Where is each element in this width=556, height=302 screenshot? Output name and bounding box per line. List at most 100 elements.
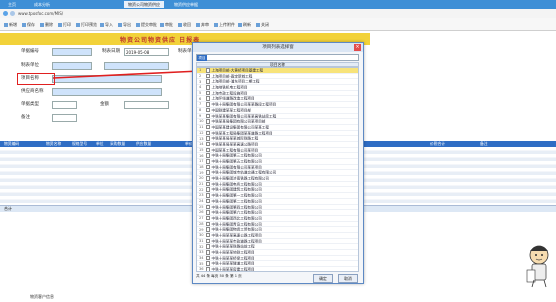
recall-icon [178, 23, 182, 27]
refresh-button[interactable]: 刷新 [238, 21, 251, 28]
row-number: 29 [199, 227, 204, 232]
dialog-close-icon[interactable]: × [354, 44, 361, 51]
row-checkbox[interactable] [205, 96, 210, 101]
row-checkbox[interactable] [205, 181, 210, 187]
import-label: 导入 [105, 22, 113, 27]
row-number: 10 [199, 119, 204, 124]
row-checkbox[interactable] [205, 153, 210, 158]
project-name: 中国铁建某某工程项目部 [211, 108, 252, 113]
project-name: 中铁十局集团建筑工程有限公司 [211, 187, 262, 192]
row-checkbox[interactable] [205, 79, 210, 84]
row-checkbox[interactable] [205, 113, 210, 118]
import-button[interactable]: 导入 [100, 21, 113, 28]
amount-field[interactable] [124, 101, 169, 109]
row-checkbox[interactable] [205, 73, 210, 79]
forward-icon[interactable] [10, 11, 15, 16]
row-checkbox[interactable] [205, 164, 210, 170]
row-number: 4 [199, 85, 202, 90]
project-name: 中铁十局集团电务工程有限公司 [211, 182, 262, 186]
row-checkbox[interactable] [205, 170, 210, 175]
date-field[interactable]: 2019-05-08 [124, 48, 169, 56]
delete-icon [40, 23, 44, 27]
tab-cost[interactable]: 成本分析 [30, 1, 54, 8]
back-icon[interactable] [3, 11, 8, 16]
row-number: 8 [199, 108, 202, 113]
row-checkbox[interactable] [205, 238, 210, 244]
row-checkbox[interactable] [205, 204, 210, 209]
save-button[interactable]: 保存 [22, 21, 35, 28]
tab-supply[interactable]: 物资公司物资供应 [124, 1, 164, 8]
row-checkbox[interactable] [205, 255, 210, 261]
row-checkbox[interactable] [205, 107, 210, 113]
project-name: 中铁某某局某某高速公路项目 [211, 142, 259, 147]
footer-text: 物资客户信息 [30, 294, 54, 299]
row-checkbox[interactable] [205, 119, 210, 124]
amount-label: 金额 [100, 102, 109, 107]
print-preview-button[interactable]: 打印预览 [76, 21, 97, 28]
row-checkbox[interactable] [205, 147, 210, 153]
recall-label: 收回 [183, 22, 191, 27]
delete-button[interactable]: 删除 [40, 21, 53, 28]
export-button[interactable]: 导出 [118, 21, 131, 28]
dept-name-label: 制表单位 [21, 63, 39, 68]
row-number: 26 [199, 210, 204, 215]
remark-field[interactable] [52, 114, 77, 122]
row-checkbox[interactable] [205, 187, 210, 192]
row-checkbox[interactable] [205, 124, 210, 130]
row-checkbox[interactable] [205, 250, 210, 255]
project-name: 中铁十局某某高速公路工程项目 [211, 233, 262, 238]
recall-button[interactable]: 收回 [178, 21, 191, 28]
row-checkbox[interactable] [205, 141, 210, 147]
upload-button[interactable]: 上传附件 [214, 21, 235, 28]
new-button[interactable]: 新增 [4, 21, 17, 28]
row-checkbox[interactable] [205, 90, 210, 96]
row-checkbox[interactable] [205, 221, 210, 227]
approve-button[interactable]: 审批 [160, 21, 173, 28]
upload-icon [214, 23, 218, 27]
dialog-search-input[interactable]: 项目 [196, 54, 359, 61]
row-checkbox[interactable] [205, 261, 210, 266]
tab-supply-doc[interactable]: 物资供应单据 [170, 1, 202, 8]
row-checkbox[interactable] [205, 210, 210, 215]
dialog-cancel-button[interactable]: 取消 [338, 274, 358, 283]
submit-approval-button[interactable]: 提交审批 [136, 21, 157, 28]
row-checkbox[interactable] [205, 159, 210, 164]
row-checkbox[interactable] [205, 68, 210, 73]
dialog-ok-button[interactable]: 确定 [313, 274, 333, 283]
project-list-item[interactable]: 36 中铁十局某某房建工程项目 [197, 267, 358, 271]
project-name: 中铁某某工程局集团某某道路工程项目 [211, 130, 273, 135]
print-button[interactable]: 打印 [58, 21, 71, 28]
project-name: 中国某某建设集团有限公司某某工程 [211, 125, 270, 130]
url-field[interactable]: www.tposfoc.com/MIS/ [18, 10, 78, 17]
project-name: 上海市政工程设施项目 [211, 91, 248, 95]
row-checkbox[interactable] [205, 198, 210, 204]
form-title: 物资公司物资供应 日报表 [120, 37, 201, 44]
row-checkbox[interactable] [205, 215, 210, 221]
bill-type-label: 单据类型 [21, 102, 39, 107]
bill-type-field[interactable] [52, 101, 77, 109]
row-checkbox[interactable] [205, 136, 210, 141]
unapprove-icon [196, 23, 200, 27]
doc-no-field[interactable] [52, 48, 92, 56]
row-checkbox[interactable] [205, 176, 210, 181]
unapprove-label: 弃审 [201, 22, 209, 27]
row-number: 25 [199, 204, 204, 209]
close-button[interactable]: 关闭 [256, 21, 269, 28]
project-name: 上海环线道路改造工程项目 [211, 96, 255, 101]
row-checkbox[interactable] [205, 267, 210, 271]
row-checkbox[interactable] [205, 227, 210, 232]
tab-home[interactable]: 主页 [4, 1, 20, 8]
row-checkbox[interactable] [205, 244, 210, 249]
row-checkbox[interactable] [205, 130, 210, 136]
row-number: 32 [199, 244, 204, 249]
row-checkbox[interactable] [205, 85, 210, 90]
row-checkbox[interactable] [205, 102, 210, 107]
submit-icon [136, 23, 140, 27]
unapprove-button[interactable]: 弃审 [196, 21, 209, 28]
preview-icon [76, 23, 80, 27]
row-number: 27 [199, 216, 204, 221]
row-checkbox[interactable] [205, 232, 210, 238]
row-number: 19 [199, 170, 204, 175]
row-checkbox[interactable] [205, 193, 210, 198]
approve-icon [160, 23, 164, 27]
